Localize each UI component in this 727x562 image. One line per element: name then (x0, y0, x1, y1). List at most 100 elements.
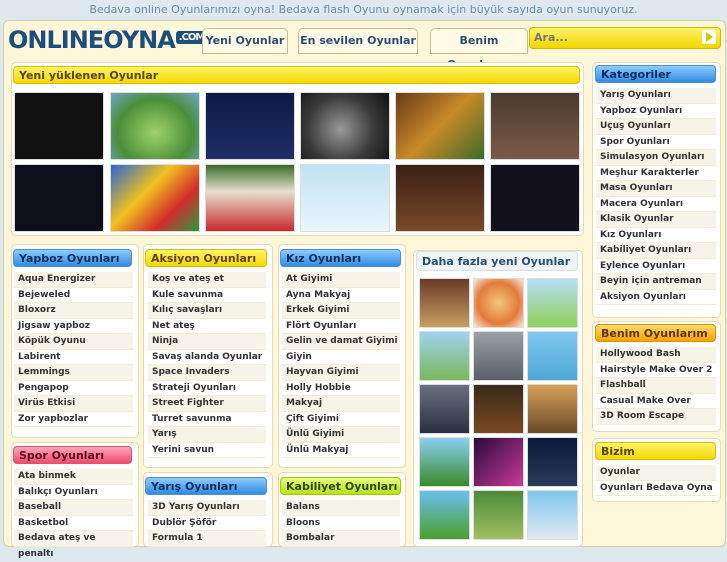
game-thumbnail[interactable] (395, 164, 485, 232)
category-link[interactable]: Balans (282, 500, 400, 516)
sidebar-category-link[interactable]: Masa Oyunları (596, 181, 716, 197)
category-link[interactable]: Pengapop (14, 380, 133, 396)
sidebar-category-link[interactable]: Kız Oyunları (596, 227, 716, 243)
game-thumbnail[interactable] (527, 490, 578, 540)
category-link[interactable]: Koş ve ateş et (148, 272, 266, 288)
game-thumbnail[interactable] (527, 384, 578, 434)
category-link[interactable]: 3D Yarış Oyunları (148, 500, 266, 516)
sidebar-category-link[interactable]: Uçuş Oyunları (596, 119, 716, 135)
sidebar-category-link[interactable]: Yapboz Oyunları (596, 103, 716, 119)
kiz-header[interactable]: Kız Oyunları (280, 249, 401, 267)
category-link[interactable]: Bejeweled (14, 287, 133, 303)
game-thumbnail[interactable] (419, 490, 470, 540)
category-link[interactable]: Hayvan Giyimi (282, 365, 400, 381)
yaris-header[interactable]: Yarış Oyunları (145, 477, 267, 495)
category-link[interactable]: Holly Hobbie (282, 380, 400, 396)
game-thumbnail[interactable] (110, 164, 200, 232)
sidebar-category-link[interactable]: Simulasyon Oyunları (596, 150, 716, 166)
game-thumbnail[interactable] (473, 490, 524, 540)
game-thumbnail[interactable] (300, 164, 390, 232)
sidebar-category-link[interactable]: Kabiliyet Oyunları (596, 243, 716, 259)
category-link[interactable]: At Giyimi (282, 272, 400, 288)
game-thumbnail[interactable] (14, 164, 104, 232)
my-game-link[interactable]: Hollywood Bash (596, 347, 716, 363)
category-link[interactable]: Street Fighter (148, 396, 266, 412)
category-link[interactable]: Gelin ve damat Giyimi (282, 334, 400, 350)
category-link[interactable]: Makyaj (282, 396, 400, 412)
category-link[interactable]: Köpük Oyunu (14, 334, 133, 350)
category-link[interactable]: Savaş alanda Oyunlar (148, 349, 266, 365)
category-link[interactable]: Strateji Oyunları (148, 380, 266, 396)
category-link[interactable]: Ata binmek (14, 469, 133, 485)
category-link[interactable]: Turret savunma (148, 411, 266, 427)
search-input[interactable] (530, 28, 698, 46)
game-thumbnail[interactable] (490, 92, 580, 160)
game-thumbnail[interactable] (473, 278, 524, 328)
my-game-link[interactable]: Flashball (596, 378, 716, 394)
kabiliyet-header[interactable]: Kabiliyet Oyunları (280, 477, 401, 495)
game-thumbnail[interactable] (205, 164, 295, 232)
category-link[interactable]: Ninja (148, 334, 266, 350)
game-thumbnail[interactable] (490, 164, 580, 232)
category-link[interactable]: Yarış (148, 427, 266, 443)
category-link[interactable]: Space Invaders (148, 365, 266, 381)
nav-tab-my-games[interactable]: Benim Oyunlarım (430, 28, 528, 71)
my-game-link[interactable]: Casual Make Over (596, 393, 716, 409)
category-link[interactable]: Yerini savun (148, 442, 266, 458)
category-link[interactable]: Aqua Energizer (14, 272, 133, 288)
game-thumbnail[interactable] (527, 331, 578, 381)
category-link[interactable]: Lemmings (14, 365, 133, 381)
sidebar-category-link[interactable]: Eylence Oyunları (596, 258, 716, 274)
category-link[interactable]: Kılıç savaşları (148, 303, 266, 319)
game-thumbnail[interactable] (473, 384, 524, 434)
category-link[interactable]: Çift Giyimi (282, 411, 400, 427)
category-link[interactable]: Zor yapbozlar (14, 411, 133, 427)
spor-header[interactable]: Spor Oyunları (13, 446, 132, 464)
category-link[interactable]: Virüs Etkisi (14, 396, 133, 412)
game-thumbnail[interactable] (419, 384, 470, 434)
category-link[interactable]: Ünlü Makyaj (282, 442, 400, 458)
sidebar-category-link[interactable]: Beyin için antreman (596, 274, 716, 290)
site-logo[interactable]: ONLINEOYNA .COM (8, 26, 208, 54)
game-thumbnail[interactable] (205, 92, 295, 160)
category-link[interactable]: Ayna Makyaj (282, 287, 400, 303)
category-link[interactable]: Net ateş (148, 318, 266, 334)
game-thumbnail[interactable] (527, 437, 578, 487)
category-link[interactable]: Dublör Şöför (148, 515, 266, 531)
game-thumbnail[interactable] (14, 92, 104, 160)
game-thumbnail[interactable] (110, 92, 200, 160)
sidebar-category-link[interactable]: Macera Oyunları (596, 196, 716, 212)
category-link[interactable]: Bombalar (282, 531, 400, 547)
my-game-link[interactable]: 3D Room Escape (596, 409, 716, 425)
category-link[interactable]: Giyin (282, 349, 400, 365)
category-link[interactable]: Bloxorz (14, 303, 133, 319)
category-link[interactable]: Bedava ateş ve penaltı (14, 531, 133, 559)
game-thumbnail[interactable] (395, 92, 485, 160)
category-link[interactable]: Basketbol (14, 515, 133, 531)
friend-link[interactable]: Oyunlar (596, 465, 716, 481)
nav-tab-new-games[interactable]: Yeni Oyunlar (202, 28, 288, 54)
sidebar-category-link[interactable]: Spor Oyunları (596, 134, 716, 150)
game-thumbnail[interactable] (473, 331, 524, 381)
category-link[interactable]: Kule savunma (148, 287, 266, 303)
game-thumbnail[interactable] (419, 331, 470, 381)
game-thumbnail[interactable] (419, 278, 470, 328)
category-link[interactable]: Formula 1 (148, 531, 266, 547)
game-thumbnail[interactable] (473, 437, 524, 487)
search-arrow-icon[interactable] (702, 30, 716, 44)
category-link[interactable]: Flört Oyunları (282, 318, 400, 334)
category-link[interactable]: Ünlü Giyimi (282, 427, 400, 443)
game-thumbnail[interactable] (300, 92, 390, 160)
aksiyon-header[interactable]: Aksiyon Oyunları (145, 249, 267, 267)
category-link[interactable]: Balıkçı Oyunları (14, 484, 133, 500)
game-thumbnail[interactable] (419, 437, 470, 487)
category-link[interactable]: Bloons (282, 515, 400, 531)
sidebar-category-link[interactable]: Yarış Oyunları (596, 88, 716, 104)
game-thumbnail[interactable] (527, 278, 578, 328)
category-link[interactable]: Jigsaw yapboz (14, 318, 133, 334)
sidebar-category-link[interactable]: Meşhur Karakterler (596, 165, 716, 181)
yapboz-header[interactable]: Yapboz Oyunları (13, 249, 132, 267)
category-link[interactable]: Labirent (14, 349, 133, 365)
my-game-link[interactable]: Hairstyle Make Over 2 (596, 362, 716, 378)
nav-tab-most-liked[interactable]: En sevilen Oyunlar (298, 28, 418, 54)
